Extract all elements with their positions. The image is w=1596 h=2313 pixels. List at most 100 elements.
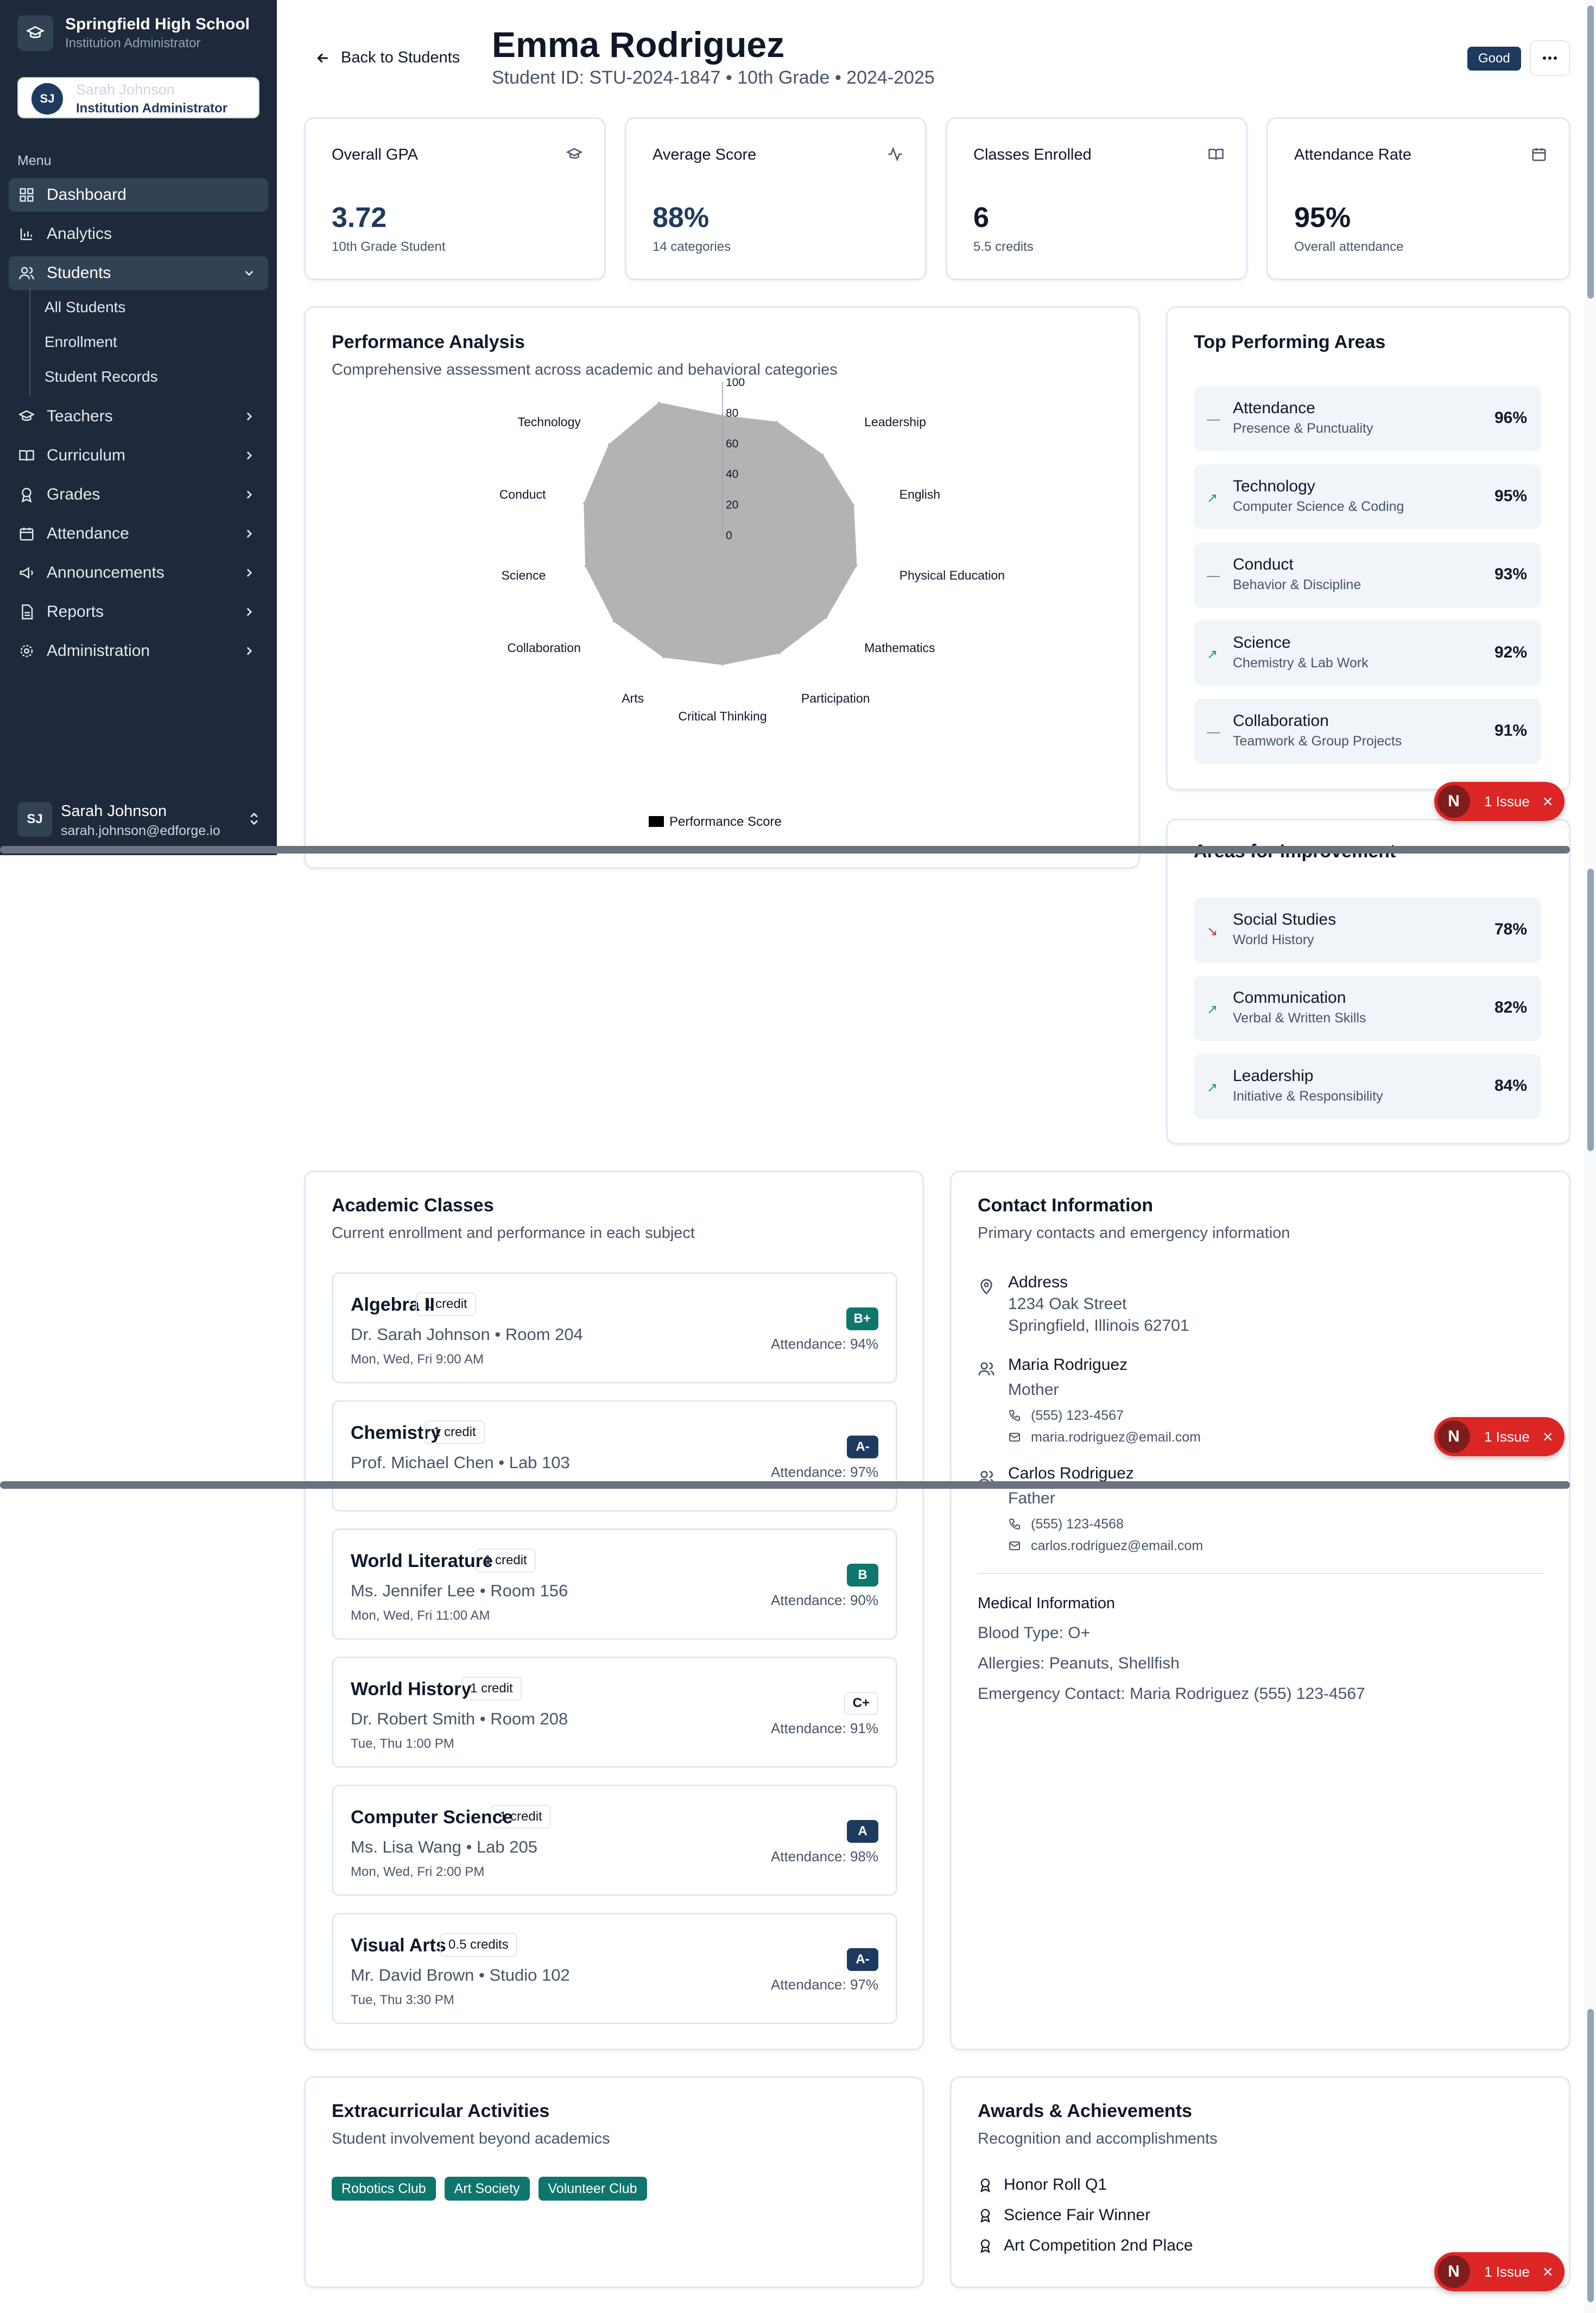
scrollbar-thumb[interactable] — [1587, 2009, 1594, 2302]
issue-label: 1 Issue — [1484, 1428, 1530, 1445]
trend-flat-icon: — — [1207, 412, 1220, 427]
scrollbar-thumb[interactable] — [1587, 869, 1594, 1151]
grade-badge: B+ — [846, 1307, 878, 1330]
issue-badge[interactable]: N 1 Issue × — [1434, 1417, 1565, 1456]
guardian-phone[interactable]: (555) 123-4567 — [1031, 1408, 1124, 1424]
radar-category-label: Critical Thinking — [678, 709, 767, 723]
class-name: World History — [351, 1679, 472, 1699]
close-icon[interactable]: × — [1543, 2262, 1553, 2282]
guardian-email[interactable]: maria.rodriguez@email.com — [1031, 1430, 1201, 1445]
performance-analysis-card: Performance Analysis Comprehensive asses… — [304, 306, 1140, 869]
class-card-world-history[interactable]: World History 1 credit Dr. Robert Smith … — [332, 1657, 897, 1768]
radar-chart: 100806040200Social StudiesCommunicationL… — [499, 378, 1005, 829]
class-name: World Literature — [351, 1551, 493, 1571]
sidebar-subitem-student-records[interactable]: Student Records — [45, 368, 158, 386]
credit-badge: 1 credit — [476, 1549, 536, 1572]
stat-card-classes: Classes Enrolled 6 5.5 credits — [946, 117, 1247, 280]
radar-point — [826, 617, 828, 619]
area-value: 93% — [1494, 565, 1527, 583]
issue-badge[interactable]: N 1 Issue × — [1434, 2252, 1565, 2291]
back-to-students-button[interactable]: Back to Students — [315, 49, 460, 67]
more-horizontal-icon — [1543, 56, 1557, 60]
sidebar-item-announcements[interactable]: Announcements — [9, 556, 268, 590]
issue-logo: N — [1437, 1420, 1470, 1453]
users-icon — [19, 267, 34, 280]
class-attendance: Attendance: 97% — [770, 1976, 878, 1993]
sidebar-item-dashboard[interactable]: Dashboard — [9, 178, 268, 212]
close-icon[interactable]: × — [1543, 1427, 1553, 1447]
class-schedule: Mon, Wed, Fri 11:00 AM — [351, 1608, 490, 1623]
list-item: Art Competition 2nd Place — [978, 2236, 1193, 2255]
class-card-chemistry[interactable]: Chemistry 1 credit Prof. Michael Chen • … — [332, 1400, 897, 1512]
class-card-world-literature[interactable]: World Literature 1 credit Ms. Jennifer L… — [332, 1528, 897, 1640]
chevrons-up-down-icon — [250, 812, 258, 825]
area-subtitle: Teamwork & Group Projects — [1233, 734, 1402, 749]
area-value: 82% — [1494, 998, 1527, 1016]
radar-point — [721, 664, 724, 666]
award-icon — [980, 2209, 990, 2223]
award-icon — [21, 488, 32, 503]
guardian-phone[interactable]: (555) 123-4568 — [1031, 1516, 1124, 1532]
credit-badge: 1 credit — [425, 1420, 485, 1444]
medical-title: Medical Information — [978, 1595, 1116, 1612]
radar-point — [658, 401, 660, 403]
class-card-algebra-ii[interactable]: Algebra II 1 credit Dr. Sarah Johnson • … — [332, 1272, 897, 1383]
activity-icon — [888, 147, 902, 162]
sidebar-item-analytics[interactable]: Analytics — [9, 217, 268, 251]
sidebar-item-label: Grades — [47, 485, 100, 503]
radar-category-label: Participation — [801, 691, 870, 705]
phone-icon — [1009, 1410, 1020, 1421]
switcher-name: Sarah Johnson — [76, 81, 175, 98]
chevron-right-icon — [246, 490, 252, 499]
close-icon[interactable]: × — [1543, 792, 1553, 812]
legend-swatch — [649, 816, 664, 827]
sidebar-item-administration[interactable]: Administration — [9, 634, 268, 668]
class-card-visual-arts[interactable]: Visual Arts 0.5 credits Mr. David Brown … — [332, 1913, 897, 2024]
sidebar-item-grades[interactable]: Grades — [9, 478, 268, 511]
issue-badge[interactable]: N 1 Issue × — [1434, 782, 1565, 821]
sidebar-item-label: Curriculum — [47, 446, 126, 464]
sidebar-item-attendance[interactable]: Attendance — [9, 517, 268, 551]
sidebar-footer-user[interactable]: SJ Sarah Johnson sarah.johnson@edforge.i… — [17, 799, 262, 840]
sidebar-item-reports[interactable]: Reports — [9, 595, 268, 629]
radar-tick-label: 60 — [726, 438, 738, 450]
sidebar-item-curriculum[interactable]: Curriculum — [9, 439, 268, 472]
grade-badge: C+ — [844, 1692, 878, 1715]
radar-category-label: Science — [502, 568, 546, 582]
chevron-right-icon — [246, 608, 252, 616]
areas-for-improvement-card: Areas for Improvement ↘ Social Studies W… — [1166, 819, 1570, 1145]
sidebar-subitem-enrollment[interactable]: Enrollment — [45, 333, 117, 351]
sidebar-item-label: Teachers — [47, 407, 113, 425]
class-card-computer-science[interactable]: Computer Science 1 credit Ms. Lisa Wang … — [332, 1785, 897, 1896]
sidebar-subitem-all-students[interactable]: All Students — [45, 299, 125, 316]
stat-value: 95% — [1294, 202, 1351, 233]
section-description: Recognition and accomplishments — [978, 2130, 1218, 2147]
radar-point — [584, 565, 586, 567]
grade-badge: B — [847, 1564, 878, 1587]
blood-type: Blood Type: O+ — [978, 1624, 1091, 1642]
brand[interactable]: Springfield High School Institution Admi… — [17, 15, 250, 51]
radar-category-label: English — [900, 488, 940, 502]
area-title: Communication — [1233, 989, 1346, 1007]
area-title: Conduct — [1233, 555, 1294, 573]
class-teacher: Ms. Jennifer Lee • Room 156 — [351, 1581, 568, 1600]
section-description: Primary contacts and emergency informati… — [978, 1224, 1290, 1242]
more-options-button[interactable] — [1530, 40, 1570, 76]
guardian-email[interactable]: carlos.rodriguez@email.com — [1031, 1538, 1203, 1554]
scrollbar[interactable] — [1584, 0, 1596, 2313]
stat-subtext: 10th Grade Student — [332, 239, 446, 254]
class-teacher: Dr. Sarah Johnson • Room 204 — [351, 1325, 583, 1344]
sidebar-item-students[interactable]: Students — [9, 256, 268, 290]
back-label: Back to Students — [341, 49, 460, 66]
sidebar-item-teachers[interactable]: Teachers — [9, 400, 268, 433]
credit-badge: 0.5 credits — [440, 1933, 517, 1957]
class-name: Computer Science — [351, 1807, 513, 1828]
phone-icon — [1009, 1519, 1020, 1530]
activity-tag: Art Society — [444, 2177, 530, 2201]
chevron-right-icon — [246, 647, 252, 655]
user-switcher[interactable]: SJ Sarah Johnson Institution Administrat… — [17, 77, 259, 118]
class-attendance: Attendance: 98% — [770, 1848, 878, 1865]
scrollbar-thumb[interactable] — [1587, 5, 1594, 299]
chevron-down-icon — [245, 270, 254, 276]
book-icon — [19, 450, 34, 462]
